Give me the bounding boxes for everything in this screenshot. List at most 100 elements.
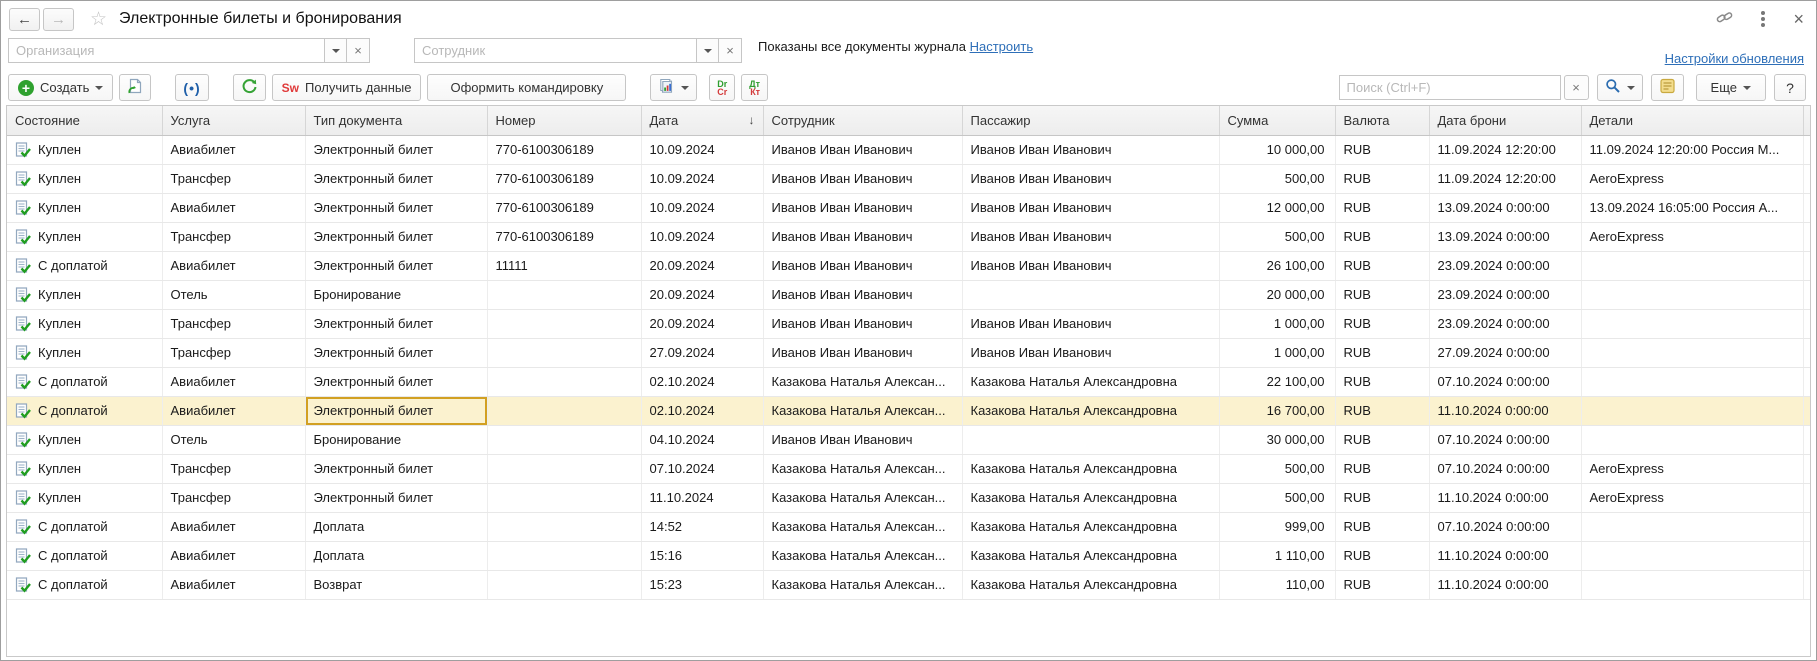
cell-state[interactable]: Куплен <box>7 193 162 222</box>
menu-dots-icon[interactable] <box>1761 17 1765 21</box>
cell-passenger[interactable]: Иванов Иван Иванович <box>962 251 1219 280</box>
cell-amount[interactable]: 500,00 <box>1219 222 1335 251</box>
cell-state[interactable]: Куплен <box>7 222 162 251</box>
cell-amount[interactable]: 110,00 <box>1219 570 1335 599</box>
organization-filter-input[interactable] <box>8 38 324 63</box>
cell-details[interactable] <box>1581 425 1803 454</box>
cell-currency[interactable]: RUB <box>1335 425 1429 454</box>
cell-employee[interactable]: Казакова Наталья Алексан... <box>763 367 962 396</box>
cell-employee[interactable]: Иванов Иван Иванович <box>763 135 962 164</box>
cell-amount[interactable]: 999,00 <box>1219 512 1335 541</box>
cell-employee[interactable]: Казакова Наталья Алексан... <box>763 570 962 599</box>
cell-employee[interactable]: Иванов Иван Иванович <box>763 425 962 454</box>
cell-passenger[interactable]: Казакова Наталья Александровна <box>962 396 1219 425</box>
cell-number[interactable] <box>487 396 641 425</box>
cell-amount[interactable]: 500,00 <box>1219 483 1335 512</box>
cell-passenger[interactable]: Иванов Иван Иванович <box>962 193 1219 222</box>
cell-doc-type[interactable]: Электронный билет <box>305 193 487 222</box>
cell-number[interactable] <box>487 570 641 599</box>
cell-booking-date[interactable]: 11.10.2024 0:00:00 <box>1429 541 1581 570</box>
cell-currency[interactable]: RUB <box>1335 483 1429 512</box>
table-row[interactable]: Куплен Трансфер Электронный билет 20.09.… <box>7 309 1810 338</box>
cell-amount[interactable]: 1 000,00 <box>1219 338 1335 367</box>
cell-booking-date[interactable]: 23.09.2024 0:00:00 <box>1429 251 1581 280</box>
table-row[interactable]: Куплен Трансфер Электронный билет 770-61… <box>7 164 1810 193</box>
cell-details[interactable]: AeroExpress <box>1581 454 1803 483</box>
cell-date[interactable]: 10.09.2024 <box>641 222 763 251</box>
cell-details[interactable]: AeroExpress <box>1581 483 1803 512</box>
table-row[interactable]: С доплатой Авиабилет Электронный билет 1… <box>7 251 1810 280</box>
cell-passenger[interactable]: Казакова Наталья Александровна <box>962 570 1219 599</box>
cell-state[interactable]: Куплен <box>7 425 162 454</box>
forward-button[interactable]: → <box>43 8 74 31</box>
cell-number[interactable]: 770-6100306189 <box>487 193 641 222</box>
table-row[interactable]: С доплатой Авиабилет Электронный билет 0… <box>7 396 1810 425</box>
cell-state[interactable]: Куплен <box>7 280 162 309</box>
cell-booking-date[interactable]: 11.10.2024 0:00:00 <box>1429 483 1581 512</box>
cell-doc-type[interactable]: Электронный билет <box>305 483 487 512</box>
table-row[interactable]: С доплатой Авиабилет Доплата 15:16 Казак… <box>7 541 1810 570</box>
cell-amount[interactable]: 12 000,00 <box>1219 193 1335 222</box>
table-row[interactable]: Куплен Трансфер Электронный билет 770-61… <box>7 222 1810 251</box>
cell-date[interactable]: 07.10.2024 <box>641 454 763 483</box>
cell-currency[interactable]: RUB <box>1335 570 1429 599</box>
link-icon[interactable] <box>1716 9 1733 29</box>
cell-number[interactable]: 11111 <box>487 251 641 280</box>
cell-passenger[interactable] <box>962 280 1219 309</box>
cell-amount[interactable]: 1 110,00 <box>1219 541 1335 570</box>
cell-currency[interactable]: RUB <box>1335 135 1429 164</box>
get-data-button[interactable]: Sw Получить данные <box>272 74 422 101</box>
cell-booking-date[interactable]: 23.09.2024 0:00:00 <box>1429 280 1581 309</box>
close-icon[interactable]: × <box>1793 10 1804 28</box>
table-row[interactable]: Куплен Трансфер Электронный билет 27.09.… <box>7 338 1810 367</box>
cell-employee[interactable]: Иванов Иван Иванович <box>763 309 962 338</box>
cell-currency[interactable]: RUB <box>1335 222 1429 251</box>
table-row[interactable]: Куплен Авиабилет Электронный билет 770-6… <box>7 193 1810 222</box>
cell-currency[interactable]: RUB <box>1335 338 1429 367</box>
cell-passenger[interactable]: Иванов Иван Иванович <box>962 309 1219 338</box>
cell-doc-type[interactable]: Электронный билет <box>305 309 487 338</box>
cell-service[interactable]: Отель <box>162 425 305 454</box>
cell-booking-date[interactable]: 07.10.2024 0:00:00 <box>1429 425 1581 454</box>
cell-number[interactable]: 770-6100306189 <box>487 164 641 193</box>
column-header-employee[interactable]: Сотрудник <box>763 106 962 135</box>
cell-number[interactable] <box>487 338 641 367</box>
cell-doc-type[interactable]: Электронный билет <box>305 251 487 280</box>
cell-date[interactable]: 04.10.2024 <box>641 425 763 454</box>
cell-service[interactable]: Трансфер <box>162 222 305 251</box>
employee-clear-button[interactable]: × <box>719 38 742 63</box>
cell-booking-date[interactable]: 13.09.2024 0:00:00 <box>1429 222 1581 251</box>
cell-number[interactable]: 770-6100306189 <box>487 222 641 251</box>
cell-details[interactable] <box>1581 367 1803 396</box>
cell-doc-type[interactable]: Доплата <box>305 541 487 570</box>
cell-employee[interactable]: Иванов Иван Иванович <box>763 280 962 309</box>
cell-doc-type[interactable]: Электронный билет <box>305 367 487 396</box>
employee-dropdown-button[interactable] <box>696 38 719 63</box>
cell-amount[interactable]: 500,00 <box>1219 454 1335 483</box>
cell-date[interactable]: 20.09.2024 <box>641 309 763 338</box>
cell-details[interactable] <box>1581 338 1803 367</box>
table-row[interactable]: Куплен Отель Бронирование 04.10.2024 Ива… <box>7 425 1810 454</box>
cell-passenger[interactable]: Казакова Наталья Александровна <box>962 483 1219 512</box>
cell-passenger[interactable]: Иванов Иван Иванович <box>962 164 1219 193</box>
column-header-service[interactable]: Услуга <box>162 106 305 135</box>
cell-booking-date[interactable]: 11.09.2024 12:20:00 <box>1429 164 1581 193</box>
search-button[interactable] <box>1597 74 1643 101</box>
cell-amount[interactable]: 500,00 <box>1219 164 1335 193</box>
cell-date[interactable]: 11.10.2024 <box>641 483 763 512</box>
cell-number[interactable] <box>487 280 641 309</box>
cell-employee[interactable]: Казакова Наталья Алексан... <box>763 396 962 425</box>
cell-currency[interactable]: RUB <box>1335 280 1429 309</box>
cell-doc-type[interactable]: Доплата <box>305 512 487 541</box>
cell-doc-type[interactable]: Бронирование <box>305 280 487 309</box>
cell-service[interactable]: Трансфер <box>162 338 305 367</box>
cell-currency[interactable]: RUB <box>1335 454 1429 483</box>
column-header-currency[interactable]: Валюта <box>1335 106 1429 135</box>
dtkt-button[interactable]: ДтКт <box>741 74 768 101</box>
cell-details[interactable]: 11.09.2024 12:20:00 Россия М... <box>1581 135 1803 164</box>
cell-state[interactable]: Куплен <box>7 135 162 164</box>
cell-details[interactable]: AeroExpress <box>1581 164 1803 193</box>
cell-doc-type[interactable]: Электронный билет <box>305 222 487 251</box>
cell-service[interactable]: Авиабилет <box>162 396 305 425</box>
cell-doc-type[interactable]: Электронный билет <box>305 396 487 425</box>
